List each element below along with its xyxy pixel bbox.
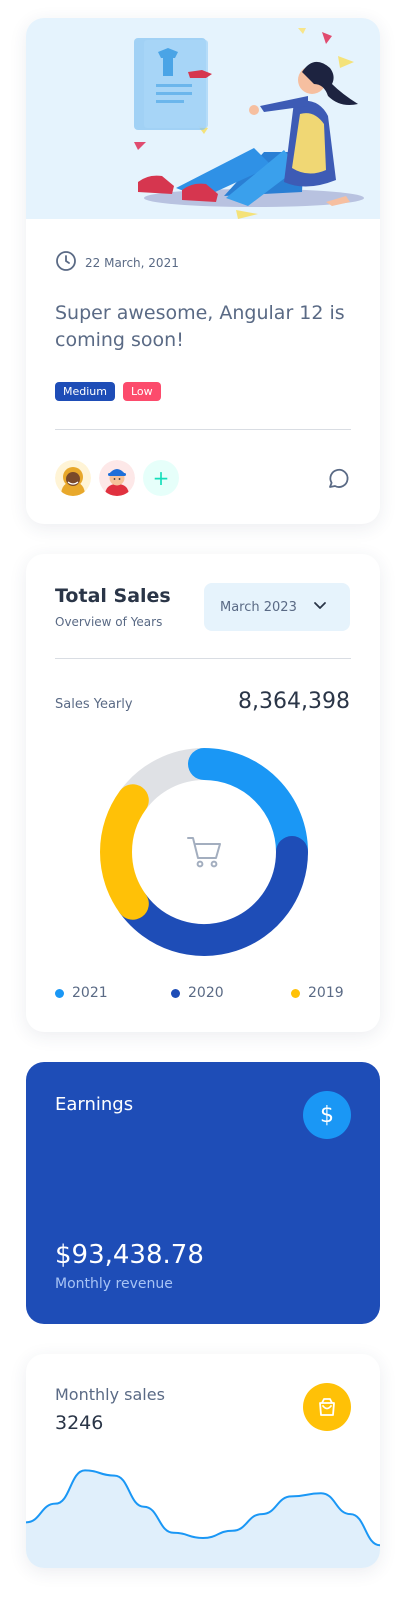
month-select-value: March 2023 xyxy=(220,599,297,615)
divider xyxy=(55,658,351,659)
dollar-icon: $ xyxy=(303,1091,351,1139)
legend-label: 2021 xyxy=(72,985,108,1001)
month-select[interactable]: March 2023 xyxy=(204,583,350,631)
avatar-group: + xyxy=(55,460,179,496)
chevron-down-icon xyxy=(313,598,327,616)
legend-label: 2020 xyxy=(188,985,224,1001)
tag-medium: Medium xyxy=(55,382,115,401)
legend-dot xyxy=(291,988,300,998)
card-subtitle: Overview of Years xyxy=(55,615,163,629)
blog-hero-illustration xyxy=(26,18,380,219)
earnings-card: Earnings $ $93,438.78 Monthly revenue xyxy=(26,1062,380,1324)
legend-dot xyxy=(171,988,180,998)
clock-icon xyxy=(55,250,77,275)
sales-yearly-label: Sales Yearly xyxy=(55,697,133,712)
comment-icon[interactable] xyxy=(326,466,352,492)
blog-date: 22 March, 2021 xyxy=(55,250,179,275)
add-avatar-button[interactable]: + xyxy=(143,460,179,496)
avatar[interactable] xyxy=(99,460,135,496)
legend-label: 2019 xyxy=(308,985,344,1001)
monthly-sales-card: Monthly sales 3246 xyxy=(26,1354,380,1568)
sales-donut-chart xyxy=(100,748,308,956)
blog-card: 22 March, 2021 Super awesome, Angular 12… xyxy=(26,18,380,524)
legend-item-2020: 2020 xyxy=(171,985,224,1001)
sales-yearly-value: 8,364,398 xyxy=(238,689,350,714)
card-title: Monthly sales xyxy=(55,1385,165,1404)
card-title: Total Sales xyxy=(55,585,171,607)
tag-low: Low xyxy=(122,382,161,401)
blog-tags: Medium Low xyxy=(55,382,161,401)
shopping-bag-icon xyxy=(303,1383,351,1431)
earnings-value: $93,438.78 xyxy=(55,1240,204,1270)
avatar[interactable] xyxy=(55,460,91,496)
legend-dot xyxy=(55,988,64,998)
cart-icon xyxy=(184,832,224,876)
legend-item-2019: 2019 xyxy=(291,985,344,1001)
legend-item-2021: 2021 xyxy=(55,985,108,1001)
earnings-subtitle: Monthly revenue xyxy=(55,1276,173,1292)
blog-title[interactable]: Super awesome, Angular 12 is coming soon… xyxy=(55,300,355,354)
total-sales-card: Total Sales Overview of Years March 2023… xyxy=(26,554,380,1032)
blog-date-text: 22 March, 2021 xyxy=(85,255,179,270)
donut-slice-2019 xyxy=(100,784,149,920)
monthly-sales-area-chart xyxy=(26,1454,380,1568)
card-title: Earnings xyxy=(55,1094,134,1115)
divider xyxy=(55,429,351,430)
monthly-sales-value: 3246 xyxy=(55,1412,104,1434)
area-fill xyxy=(26,1470,380,1568)
